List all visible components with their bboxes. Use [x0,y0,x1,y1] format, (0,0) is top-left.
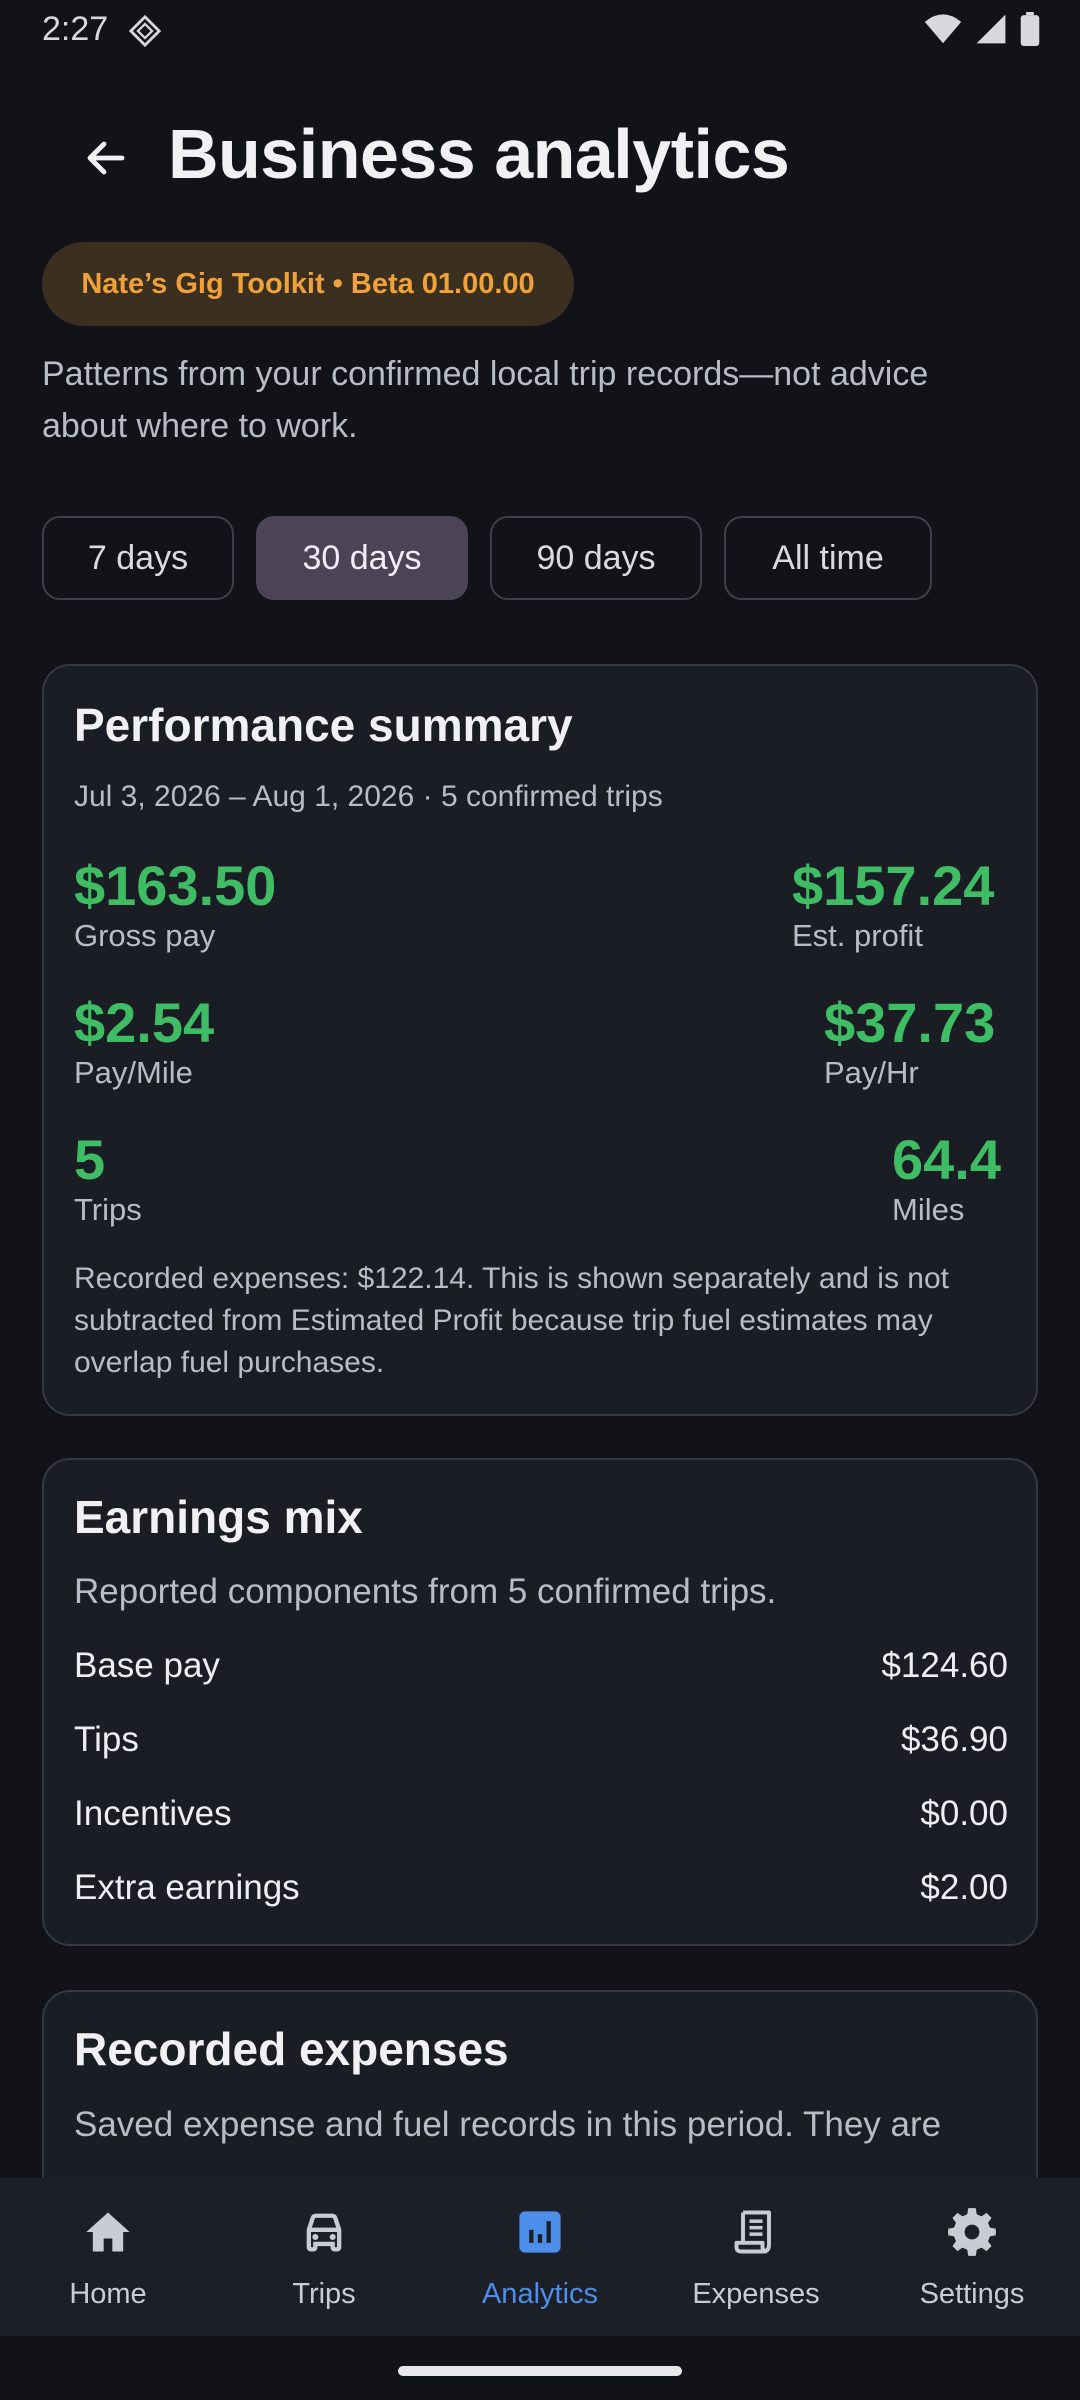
earnings-row-extra-earnings: Extra earnings $2.00 [74,1868,1008,1908]
metric-est-profit: $157.24 Est. profit [792,856,994,956]
recorded-expenses-subtitle: Saved expense and fuel records in this p… [74,2105,942,2144]
metric-value: 5 [74,1128,106,1191]
page-title: Business analytics [168,115,790,193]
nav-item-settings[interactable]: Settings [864,2178,1080,2336]
earnings-row-label: Base pay [74,1646,220,1685]
battery-icon [1020,12,1040,46]
metric-label: Miles [892,1192,965,1227]
performance-summary-card: Performance summary Jul 3, 2026 – Aug 1,… [42,664,1038,1416]
status-bar: 2:27 [0,0,1080,60]
performance-summary-title: Performance summary [74,699,573,751]
signal-icon [976,14,1006,44]
metric-gross-pay: $163.50 Gross pay [74,856,276,956]
metric-miles: 64.4 Miles [892,1130,1001,1230]
car-icon [296,2204,352,2260]
analytics-screen: 2:27 Business analytics Nate’s Gig Toolk… [0,0,1080,2400]
diamond-notification-icon [128,14,162,48]
nav-label: Expenses [692,2278,820,2310]
home-gesture-bar[interactable] [398,2366,682,2376]
gesture-area [0,2336,1080,2400]
earnings-mix-card: Earnings mix Reported components from 5 … [42,1458,1038,1946]
status-icons [924,12,1040,46]
nav-label: Analytics [481,2278,599,2310]
metric-pay-per-mile: $2.54 Pay/Mile [74,993,214,1093]
earnings-row-label: Tips [74,1720,139,1759]
earnings-row-value: $124.60 [881,1646,1008,1685]
range-chip-30-days[interactable]: 30 days [256,516,468,600]
performance-period: Jul 3, 2026 – Aug 1, 2026 · 5 confirmed … [74,780,663,813]
wifi-icon [924,14,962,44]
expenses-note: Recorded expenses: $122.14. This is show… [74,1262,949,1379]
metric-trips: 5 Trips [74,1130,142,1230]
recorded-expenses-title: Recorded expenses [74,2023,509,2075]
back-button[interactable] [76,128,136,188]
analytics-icon [512,2204,568,2260]
nav-item-home[interactable]: Home [0,2178,216,2336]
nav-item-analytics[interactable]: Analytics [432,2178,648,2336]
earnings-row-base-pay: Base pay $124.60 [74,1646,1008,1686]
metric-value: $2.54 [74,991,215,1054]
earnings-row-value: $36.90 [900,1720,1008,1759]
metric-label: Est. profit [792,918,923,953]
metric-pay-per-hour: $37.73 Pay/Hr [824,993,995,1093]
gear-icon [944,2204,1000,2260]
range-chip-90-days[interactable]: 90 days [490,516,702,600]
bottom-nav: Home Trips Analytics Expenses Settings [0,2178,1080,2336]
nav-label: Trips [292,2278,356,2310]
nav-label: Settings [919,2278,1025,2310]
intro-text: Patterns from your confirmed local trip … [42,355,929,445]
nav-item-trips[interactable]: Trips [216,2178,432,2336]
metric-label: Pay/Hr [824,1055,919,1090]
nav-item-expenses[interactable]: Expenses [648,2178,864,2336]
range-chip-all-time[interactable]: All time [724,516,932,600]
earnings-mix-title: Earnings mix [74,1491,363,1543]
nav-label: Home [69,2278,147,2310]
earnings-row-label: Extra earnings [74,1868,300,1907]
metric-value: $163.50 [74,854,277,917]
earnings-row-value: $0.00 [920,1794,1008,1833]
earnings-mix-subtitle: Reported components from 5 confirmed tri… [74,1572,777,1611]
earnings-row-incentives: Incentives $0.00 [74,1794,1008,1834]
version-badge: Nate’s Gig Toolkit • Beta 01.00.00 [42,242,574,326]
range-chip-7-days[interactable]: 7 days [42,516,234,600]
arrow-back-icon [87,141,125,175]
metric-value: 64.4 [892,1128,1001,1191]
earnings-row-tips: Tips $36.90 [74,1720,1008,1760]
receipt-icon [728,2204,784,2260]
metric-value: $157.24 [792,854,995,917]
metric-label: Gross pay [74,918,216,953]
home-icon [80,2204,136,2260]
range-selector: 7 days 30 days 90 days All time [42,516,932,600]
status-time: 2:27 [42,10,109,48]
metric-label: Trips [74,1192,142,1227]
earnings-row-value: $2.00 [920,1868,1008,1907]
metric-value: $37.73 [824,991,996,1054]
metric-label: Pay/Mile [74,1055,193,1090]
earnings-row-label: Incentives [74,1794,232,1833]
